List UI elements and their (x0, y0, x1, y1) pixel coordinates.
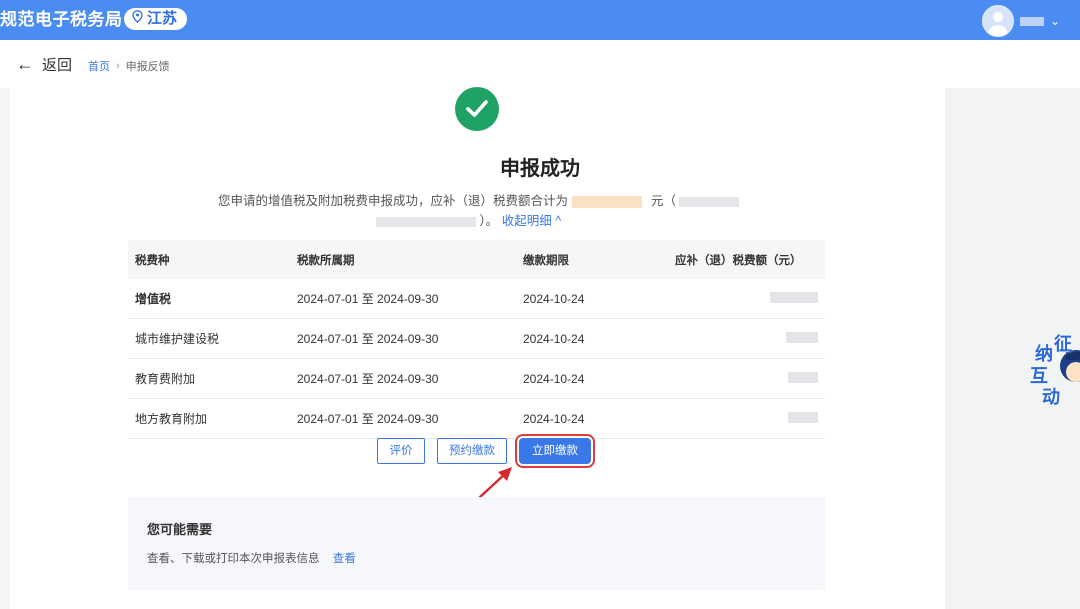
result-description: 您申请的增值税及附加税费申报成功，应补（退）税费额合计为 元（ ）。 收起明细 … (218, 191, 818, 231)
column-header-amount: 应补（退）税费额（元） (674, 240, 825, 279)
table-row: 增值税 2024-07-01 至 2024-09-30 2024-10-24 (128, 279, 825, 319)
amount-in-words-masked (679, 196, 740, 207)
period-cell: 2024-07-01 至 2024-09-30 (296, 279, 522, 319)
site-title: 规范电子税务局 (0, 10, 123, 29)
table-header-row: 税费种 税款所属期 缴款期限 应补（退）税费额（元） (128, 240, 825, 279)
collapse-details-link[interactable]: 收起明细 ^ (502, 214, 561, 228)
tax-type-cell: 地方教育附加 (128, 398, 296, 439)
amount-cell (674, 358, 825, 399)
schedule-payment-button[interactable]: 预约缴款 (437, 438, 507, 464)
location-pin-icon (132, 8, 143, 30)
mascot-char: 征 (1054, 334, 1072, 354)
column-header-period: 税款所属期 (296, 240, 522, 279)
total-amount-masked (571, 195, 642, 208)
deadline-cell: 2024-10-24 (522, 279, 674, 319)
top-navigation-bar: 规范电子税务局 江苏 ⌄ (0, 0, 1080, 40)
back-label: 返回 (42, 57, 73, 74)
region-label: 江苏 (147, 10, 178, 27)
column-header-deadline: 缴款期限 (522, 240, 674, 279)
suggestion-title: 您可能需要 (147, 522, 213, 537)
breadcrumb-separator: › (116, 60, 120, 72)
collapse-details-label: 收起明细 (501, 214, 552, 228)
suggestion-panel: 您可能需要 查看、下载或打印本次申报表信息 查看 (128, 497, 825, 590)
description-prefix: 您申请的增值税及附加税费申报成功，应补（退）税费额合计为 (218, 194, 569, 208)
deadline-cell: 2024-10-24 (522, 398, 674, 439)
tax-detail-table: 税费种 税款所属期 缴款期限 应补（退）税费额（元） 增值税 2024-07-0… (128, 240, 825, 439)
view-link[interactable]: 查看 (333, 553, 356, 565)
interaction-widget[interactable]: 征 纳 互 动 (1030, 330, 1080, 407)
deadline-cell: 2024-10-24 (522, 358, 674, 399)
column-header-tax-type: 税费种 (128, 240, 296, 279)
description-suffix: ）。 (479, 214, 499, 228)
avatar[interactable] (981, 5, 1014, 37)
chevron-up-icon: ^ (555, 214, 562, 228)
page-title: 申报成功 (500, 158, 580, 180)
breadcrumb: 首页 › 申报反馈 (88, 58, 170, 74)
tax-type-cell: 城市维护建设税 (128, 318, 296, 359)
back-button[interactable]: ← 返回 (16, 54, 72, 75)
breadcrumb-current: 申报反馈 (125, 61, 170, 73)
amount-masked (770, 291, 818, 303)
period-cell: 2024-07-01 至 2024-09-30 (296, 398, 522, 439)
amount-in-words-masked-2 (376, 216, 476, 227)
mascot-char: 动 (1042, 387, 1060, 407)
check-circle-icon (455, 87, 499, 131)
tax-type-cell: 增值税 (128, 279, 296, 319)
pay-now-button[interactable]: 立即缴款 (519, 438, 591, 464)
period-cell: 2024-07-01 至 2024-09-30 (296, 358, 522, 399)
deadline-cell: 2024-10-24 (522, 318, 674, 359)
unit-label: 元（ (650, 194, 676, 208)
breadcrumb-home[interactable]: 首页 (88, 58, 110, 74)
amount-masked (786, 331, 818, 343)
user-menu[interactable]: ⌄ (981, 5, 1060, 37)
amount-masked (788, 371, 818, 383)
amount-cell (674, 398, 825, 439)
table-row: 城市维护建设税 2024-07-01 至 2024-09-30 2024-10-… (128, 318, 825, 359)
table-row: 地方教育附加 2024-07-01 至 2024-09-30 2024-10-2… (128, 398, 825, 439)
region-selector[interactable]: 江苏 (124, 8, 188, 30)
tax-type-cell: 教育费附加 (128, 358, 296, 399)
amount-masked (788, 411, 818, 423)
table-row: 教育费附加 2024-07-01 至 2024-09-30 2024-10-24 (128, 358, 825, 399)
chevron-down-icon[interactable]: ⌄ (1050, 14, 1060, 28)
evaluate-button[interactable]: 评价 (377, 438, 425, 464)
user-name-masked (1019, 16, 1044, 26)
amount-cell (674, 279, 825, 319)
suggestion-text: 查看、下载或打印本次申报表信息 查看 (147, 550, 356, 566)
arrow-left-icon: ← (16, 54, 34, 74)
amount-cell (674, 318, 825, 359)
period-cell: 2024-07-01 至 2024-09-30 (296, 318, 522, 359)
sub-header: ← 返回 首页 › 申报反馈 (0, 40, 1080, 88)
suggestion-description: 查看、下载或打印本次申报表信息 (147, 553, 320, 565)
